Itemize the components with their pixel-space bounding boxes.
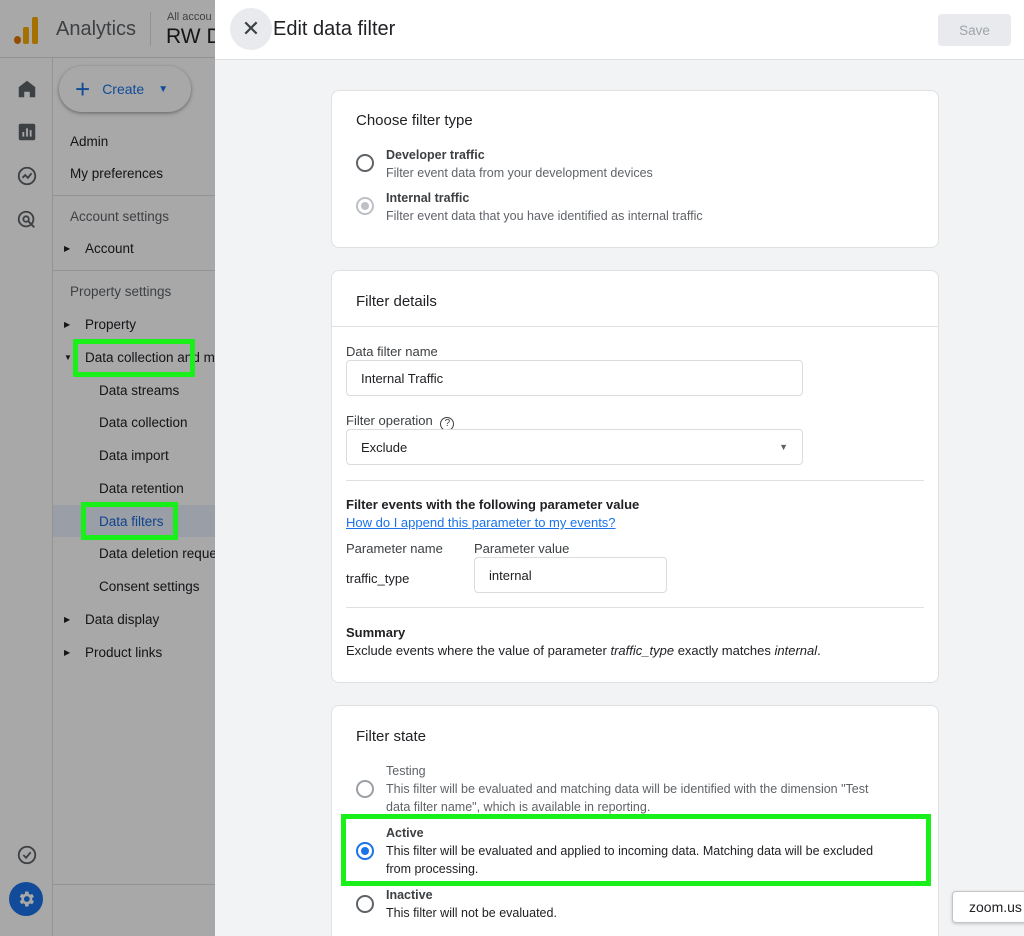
- panel-header: ✕ Edit data filter Save: [215, 0, 1024, 60]
- option-label: Developer traffic: [386, 148, 485, 162]
- option-description: This filter will be evaluated and matchi…: [386, 782, 869, 796]
- divider: [332, 326, 938, 327]
- highlight-data-filters: [81, 502, 178, 540]
- param-name-label: Parameter name: [346, 541, 443, 556]
- card-title: Filter details: [356, 293, 437, 310]
- summary-text: Exclude events where the value of parame…: [346, 643, 821, 658]
- option-label: Inactive: [386, 888, 433, 902]
- param-name-value: traffic_type: [346, 571, 410, 586]
- data-filter-name-input[interactable]: Internal Traffic: [346, 360, 803, 396]
- filter-type-card: Choose filter type Developer traffic Fil…: [331, 90, 939, 248]
- summary-value: internal: [774, 643, 818, 658]
- highlight-data-collection: [73, 339, 195, 377]
- option-description: Filter event data that you have identifi…: [386, 209, 703, 223]
- radio-testing[interactable]: [356, 780, 374, 798]
- summary-suffix: .: [817, 643, 821, 658]
- option-label: Internal traffic: [386, 191, 470, 205]
- summary-param: traffic_type: [610, 643, 675, 658]
- dropdown-arrow-icon: ▼: [779, 442, 788, 452]
- operation-label-text: Filter operation: [346, 413, 433, 428]
- zoom-tooltip: zoom.us: [952, 891, 1024, 923]
- close-button[interactable]: ✕: [230, 8, 272, 50]
- card-title: Choose filter type: [356, 112, 473, 129]
- param-value-input[interactable]: internal: [474, 557, 667, 593]
- summary-title: Summary: [346, 625, 406, 640]
- option-label: Testing: [386, 764, 426, 778]
- param-value-label: Parameter value: [474, 541, 570, 556]
- edit-data-filter-panel: ✕ Edit data filter Save Choose filter ty…: [215, 0, 1024, 936]
- param-help-link[interactable]: How do I append this parameter to my eve…: [346, 515, 616, 530]
- divider: [346, 607, 924, 608]
- panel-title: Edit data filter: [273, 18, 396, 40]
- option-description: Filter event data from your development …: [386, 166, 653, 180]
- divider: [346, 480, 924, 481]
- summary-mid: exactly matches: [674, 643, 775, 658]
- summary-prefix: Exclude events where the value of parame…: [346, 643, 611, 658]
- radio-inactive[interactable]: [356, 895, 374, 913]
- save-button[interactable]: Save: [938, 14, 1011, 46]
- option-description: This filter will not be evaluated.: [386, 906, 557, 920]
- card-title: Filter state: [356, 728, 427, 745]
- radio-developer-traffic[interactable]: [356, 154, 374, 172]
- close-icon: ✕: [241, 16, 261, 41]
- field-label: Data filter name: [346, 344, 438, 359]
- filter-operation-select[interactable]: Exclude ▼: [346, 429, 803, 465]
- filter-details-card: Filter details Data filter name Internal…: [331, 270, 939, 683]
- radio-internal-traffic[interactable]: [356, 197, 374, 215]
- param-heading: Filter events with the following paramet…: [346, 497, 640, 512]
- highlight-active-option: [341, 814, 931, 886]
- select-value: Exclude: [361, 439, 408, 455]
